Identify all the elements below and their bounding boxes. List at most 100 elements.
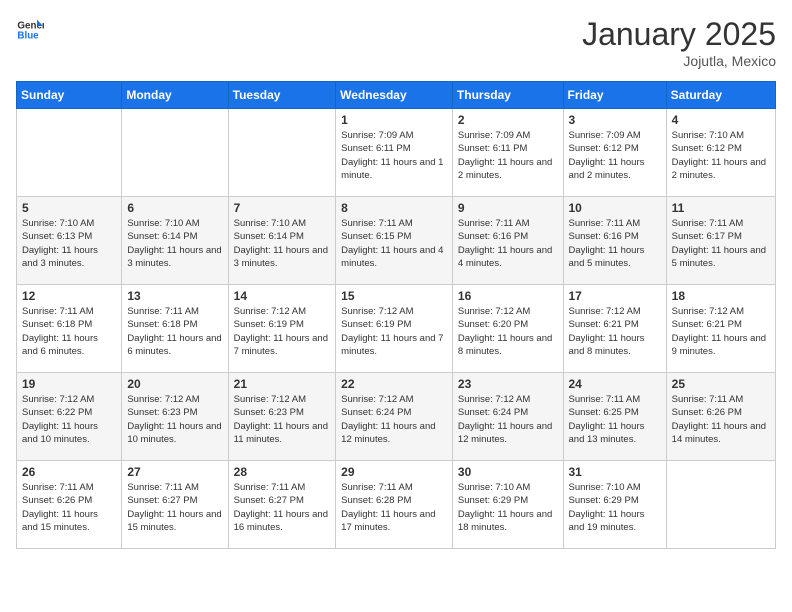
calendar-cell: 25 Sunrise: 7:11 AMSunset: 6:26 PMDayligh…	[666, 373, 775, 461]
day-number: 28	[234, 465, 331, 479]
day-number: 10	[569, 201, 661, 215]
calendar-week-4: 19 Sunrise: 7:12 AMSunset: 6:22 PMDayligh…	[17, 373, 776, 461]
calendar-week-5: 26 Sunrise: 7:11 AMSunset: 6:26 PMDayligh…	[17, 461, 776, 549]
calendar-cell: 6 Sunrise: 7:10 AMSunset: 6:14 PMDaylight…	[122, 197, 228, 285]
day-number: 19	[22, 377, 116, 391]
day-info: Sunrise: 7:10 AMSunset: 6:29 PMDaylight:…	[458, 481, 558, 534]
day-info: Sunrise: 7:11 AMSunset: 6:17 PMDaylight:…	[672, 217, 770, 270]
calendar-cell: 26 Sunrise: 7:11 AMSunset: 6:26 PMDayligh…	[17, 461, 122, 549]
calendar-cell: 24 Sunrise: 7:11 AMSunset: 6:25 PMDayligh…	[563, 373, 666, 461]
day-number: 21	[234, 377, 331, 391]
calendar-cell: 2 Sunrise: 7:09 AMSunset: 6:11 PMDaylight…	[452, 109, 563, 197]
day-number: 1	[341, 113, 447, 127]
calendar-title: January 2025	[582, 16, 776, 53]
calendar-cell: 14 Sunrise: 7:12 AMSunset: 6:19 PMDayligh…	[228, 285, 336, 373]
day-info: Sunrise: 7:12 AMSunset: 6:21 PMDaylight:…	[569, 305, 661, 358]
day-info: Sunrise: 7:11 AMSunset: 6:26 PMDaylight:…	[22, 481, 116, 534]
day-info: Sunrise: 7:09 AMSunset: 6:12 PMDaylight:…	[569, 129, 661, 182]
calendar-week-1: 1 Sunrise: 7:09 AMSunset: 6:11 PMDaylight…	[17, 109, 776, 197]
col-header-wednesday: Wednesday	[336, 82, 453, 109]
day-info: Sunrise: 7:10 AMSunset: 6:14 PMDaylight:…	[127, 217, 222, 270]
day-number: 29	[341, 465, 447, 479]
day-info: Sunrise: 7:10 AMSunset: 6:13 PMDaylight:…	[22, 217, 116, 270]
day-info: Sunrise: 7:12 AMSunset: 6:22 PMDaylight:…	[22, 393, 116, 446]
day-info: Sunrise: 7:12 AMSunset: 6:23 PMDaylight:…	[234, 393, 331, 446]
calendar-cell: 17 Sunrise: 7:12 AMSunset: 6:21 PMDayligh…	[563, 285, 666, 373]
day-info: Sunrise: 7:11 AMSunset: 6:16 PMDaylight:…	[569, 217, 661, 270]
day-number: 25	[672, 377, 770, 391]
calendar-table: SundayMondayTuesdayWednesdayThursdayFrid…	[16, 81, 776, 549]
calendar-header: SundayMondayTuesdayWednesdayThursdayFrid…	[17, 82, 776, 109]
day-info: Sunrise: 7:12 AMSunset: 6:19 PMDaylight:…	[234, 305, 331, 358]
page-header: General Blue January 2025 Jojutla, Mexic…	[16, 16, 776, 69]
calendar-cell: 12Sunrise: 7:11 AMSunset: 6:18 PMDayligh…	[17, 285, 122, 373]
logo: General Blue	[16, 16, 44, 44]
day-info: Sunrise: 7:12 AMSunset: 6:20 PMDaylight:…	[458, 305, 558, 358]
day-number: 22	[341, 377, 447, 391]
calendar-cell: 16 Sunrise: 7:12 AMSunset: 6:20 PMDayligh…	[452, 285, 563, 373]
col-header-thursday: Thursday	[452, 82, 563, 109]
day-number: 11	[672, 201, 770, 215]
day-number: 7	[234, 201, 331, 215]
title-block: January 2025 Jojutla, Mexico	[582, 16, 776, 69]
day-number: 12	[22, 289, 116, 303]
col-header-friday: Friday	[563, 82, 666, 109]
day-number: 6	[127, 201, 222, 215]
calendar-cell: 5 Sunrise: 7:10 AMSunset: 6:13 PMDaylight…	[17, 197, 122, 285]
logo-icon: General Blue	[16, 16, 44, 44]
day-number: 26	[22, 465, 116, 479]
day-number: 9	[458, 201, 558, 215]
calendar-cell: 11 Sunrise: 7:11 AMSunset: 6:17 PMDayligh…	[666, 197, 775, 285]
day-number: 2	[458, 113, 558, 127]
calendar-cell: 23 Sunrise: 7:12 AMSunset: 6:24 PMDayligh…	[452, 373, 563, 461]
calendar-subtitle: Jojutla, Mexico	[582, 53, 776, 69]
calendar-cell	[17, 109, 122, 197]
calendar-cell: 7 Sunrise: 7:10 AMSunset: 6:14 PMDaylight…	[228, 197, 336, 285]
day-number: 5	[22, 201, 116, 215]
day-info: Sunrise: 7:11 AMSunset: 6:16 PMDaylight:…	[458, 217, 558, 270]
day-number: 14	[234, 289, 331, 303]
col-header-saturday: Saturday	[666, 82, 775, 109]
calendar-cell: 29Sunrise: 7:11 AMSunset: 6:28 PMDayligh…	[336, 461, 453, 549]
day-number: 8	[341, 201, 447, 215]
day-info: Sunrise: 7:11 AMSunset: 6:27 PMDaylight:…	[127, 481, 222, 534]
calendar-cell: 13Sunrise: 7:11 AMSunset: 6:18 PMDayligh…	[122, 285, 228, 373]
calendar-cell: 15Sunrise: 7:12 AMSunset: 6:19 PMDayligh…	[336, 285, 453, 373]
calendar-cell: 19 Sunrise: 7:12 AMSunset: 6:22 PMDayligh…	[17, 373, 122, 461]
calendar-week-2: 5 Sunrise: 7:10 AMSunset: 6:13 PMDaylight…	[17, 197, 776, 285]
calendar-cell: 20Sunrise: 7:12 AMSunset: 6:23 PMDayligh…	[122, 373, 228, 461]
day-info: Sunrise: 7:12 AMSunset: 6:21 PMDaylight:…	[672, 305, 770, 358]
day-info: Sunrise: 7:12 AMSunset: 6:24 PMDaylight:…	[341, 393, 447, 446]
day-info: Sunrise: 7:10 AMSunset: 6:14 PMDaylight:…	[234, 217, 331, 270]
calendar-cell	[228, 109, 336, 197]
calendar-cell: 22 Sunrise: 7:12 AMSunset: 6:24 PMDayligh…	[336, 373, 453, 461]
day-number: 24	[569, 377, 661, 391]
day-info: Sunrise: 7:11 AMSunset: 6:25 PMDaylight:…	[569, 393, 661, 446]
day-info: Sunrise: 7:09 AMSunset: 6:11 PMDaylight:…	[458, 129, 558, 182]
calendar-cell: 28Sunrise: 7:11 AMSunset: 6:27 PMDayligh…	[228, 461, 336, 549]
day-number: 17	[569, 289, 661, 303]
col-header-tuesday: Tuesday	[228, 82, 336, 109]
day-number: 18	[672, 289, 770, 303]
svg-text:Blue: Blue	[17, 30, 39, 41]
day-info: Sunrise: 7:11 AMSunset: 6:26 PMDaylight:…	[672, 393, 770, 446]
day-info: Sunrise: 7:11 AMSunset: 6:18 PMDaylight:…	[127, 305, 222, 358]
day-number: 16	[458, 289, 558, 303]
day-number: 15	[341, 289, 447, 303]
day-number: 3	[569, 113, 661, 127]
calendar-cell	[666, 461, 775, 549]
calendar-week-3: 12 Sunrise: 7:11 AMSunset: 6:18 PMDayligh…	[17, 285, 776, 373]
calendar-cell: 10 Sunrise: 7:11 AMSunset: 6:16 PMDayligh…	[563, 197, 666, 285]
day-info: Sunrise: 7:11 AMSunset: 6:15 PMDaylight:…	[341, 217, 447, 270]
day-number: 23	[458, 377, 558, 391]
day-number: 20	[127, 377, 222, 391]
calendar-cell: 18 Sunrise: 7:12 AMSunset: 6:21 PMDayligh…	[666, 285, 775, 373]
day-number: 31	[569, 465, 661, 479]
calendar-cell: 21 Sunrise: 7:12 AMSunset: 6:23 PMDayligh…	[228, 373, 336, 461]
calendar-cell: 1Sunrise: 7:09 AMSunset: 6:11 PMDaylight…	[336, 109, 453, 197]
calendar-cell: 4Sunrise: 7:10 AMSunset: 6:12 PMDaylight…	[666, 109, 775, 197]
calendar-cell: 3 Sunrise: 7:09 AMSunset: 6:12 PMDaylight…	[563, 109, 666, 197]
day-info: Sunrise: 7:12 AMSunset: 6:24 PMDaylight:…	[458, 393, 558, 446]
day-info: Sunrise: 7:10 AMSunset: 6:29 PMDaylight:…	[569, 481, 661, 534]
day-info: Sunrise: 7:10 AMSunset: 6:12 PMDaylight:…	[672, 129, 770, 182]
